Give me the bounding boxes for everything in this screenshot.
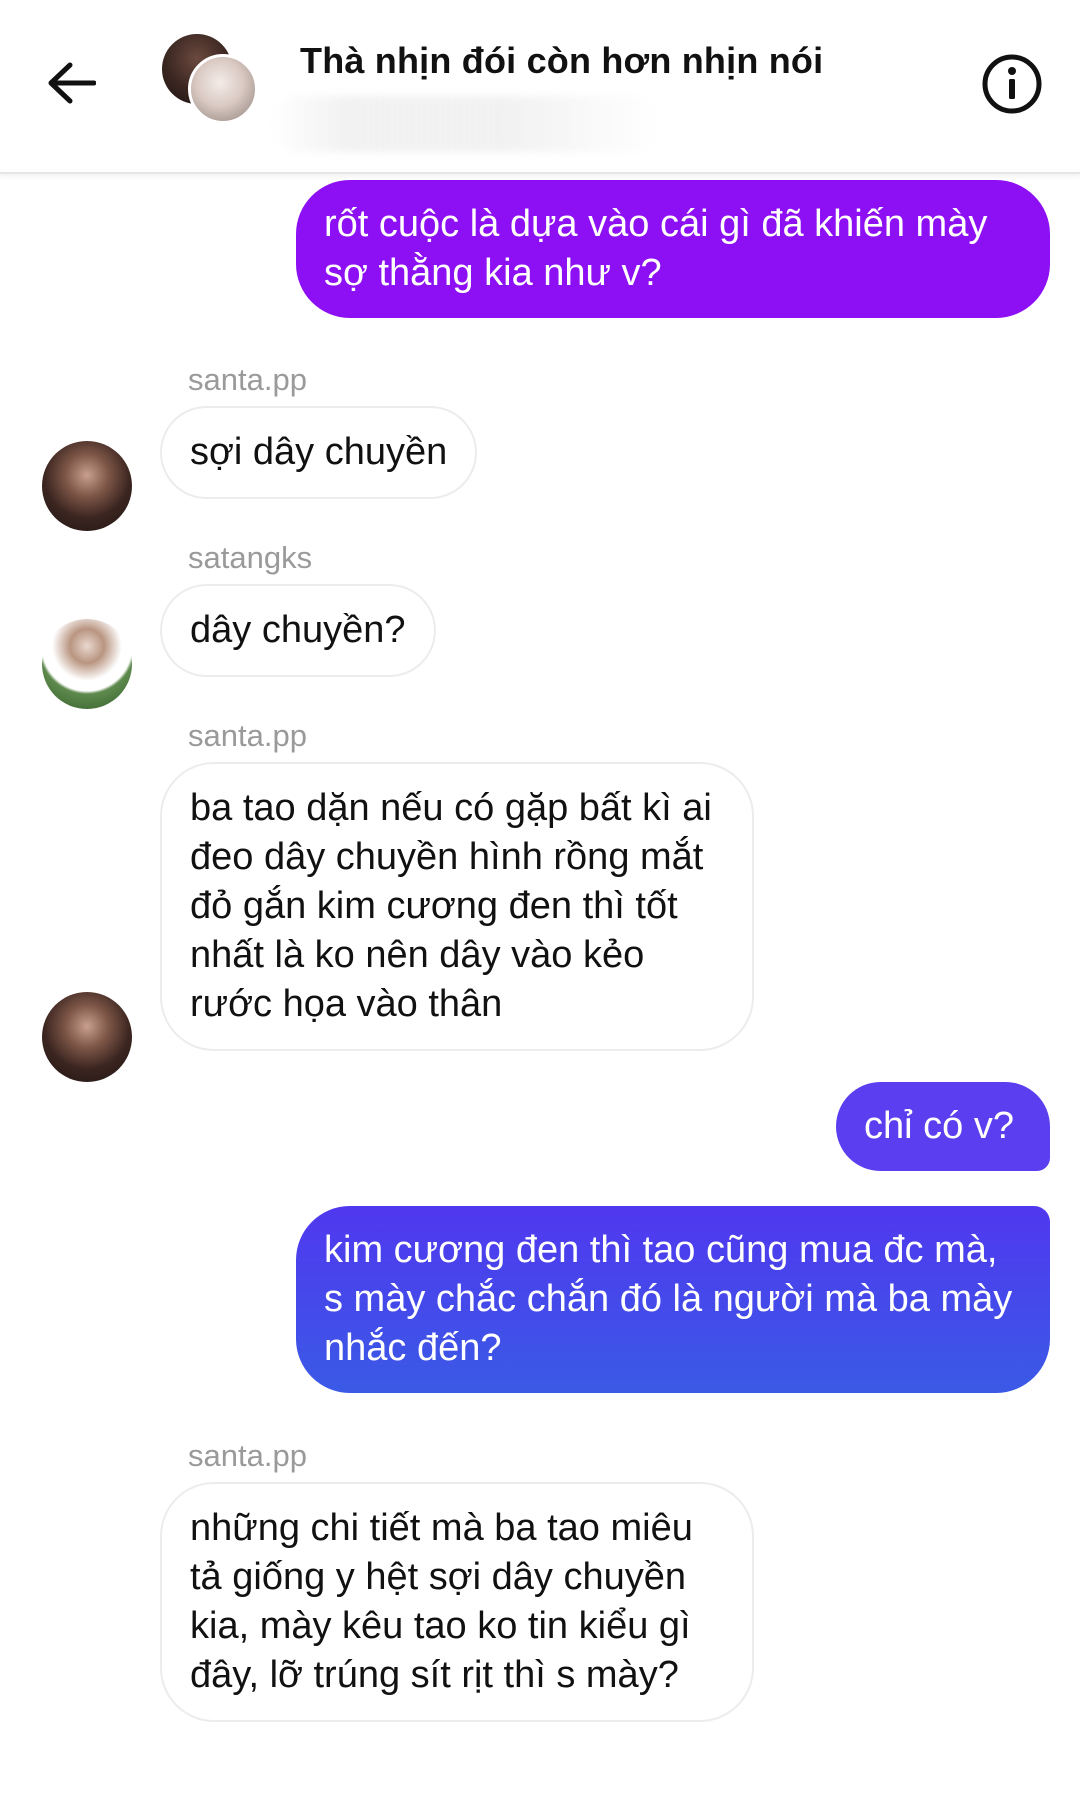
message-bubble-incoming[interactable]: sợi dây chuyền xyxy=(160,406,478,499)
avatar[interactable] xyxy=(42,619,132,709)
message-bubble-outgoing[interactable]: rốt cuộc là dựa vào cái gì đã khiến mày … xyxy=(296,180,1050,318)
message-text: dây chuyền? xyxy=(190,609,406,651)
blurred-subtitle xyxy=(270,96,660,152)
message-text: chỉ có v? xyxy=(864,1105,1014,1147)
group-avatar[interactable] xyxy=(162,34,258,126)
message-bubble-incoming[interactable]: ba tao dặn nếu có gặp bất kì ai đeo dây … xyxy=(160,762,754,1051)
message-text: kim cương đen thì tao cũng mua đc mà, s … xyxy=(324,1229,1013,1369)
sender-name: santa.pp xyxy=(188,1438,307,1473)
sender-name: santa.pp xyxy=(188,362,307,397)
chat-header: Thà nhịn đói còn hơn nhịn nói xyxy=(0,0,1080,174)
chat-title[interactable]: Thà nhịn đói còn hơn nhịn nói xyxy=(300,40,823,82)
arrow-left-icon xyxy=(48,62,96,104)
info-circle-icon xyxy=(982,54,1042,114)
info-button[interactable] xyxy=(978,50,1046,118)
message-text: những chi tiết mà ba tao miêu tả giống y… xyxy=(190,1507,693,1696)
message-bubble-incoming[interactable]: dây chuyền? xyxy=(160,584,436,677)
message-text: rốt cuộc là dựa vào cái gì đã khiến mày … xyxy=(324,203,988,294)
message-bubble-incoming[interactable]: những chi tiết mà ba tao miêu tả giống y… xyxy=(160,1482,754,1722)
sender-name: satangks xyxy=(188,540,313,575)
group-avatar-member-2 xyxy=(188,54,258,124)
avatar[interactable] xyxy=(42,441,132,531)
message-bubble-outgoing[interactable]: kim cương đen thì tao cũng mua đc mà, s … xyxy=(296,1206,1050,1393)
back-button[interactable] xyxy=(40,52,102,114)
message-text: sợi dây chuyền xyxy=(190,431,448,473)
message-bubble-outgoing[interactable]: chỉ có v? xyxy=(836,1082,1050,1171)
avatar[interactable] xyxy=(42,992,132,1082)
message-text: ba tao dặn nếu có gặp bất kì ai đeo dây … xyxy=(190,787,712,1025)
sender-name: santa.pp xyxy=(188,718,307,753)
